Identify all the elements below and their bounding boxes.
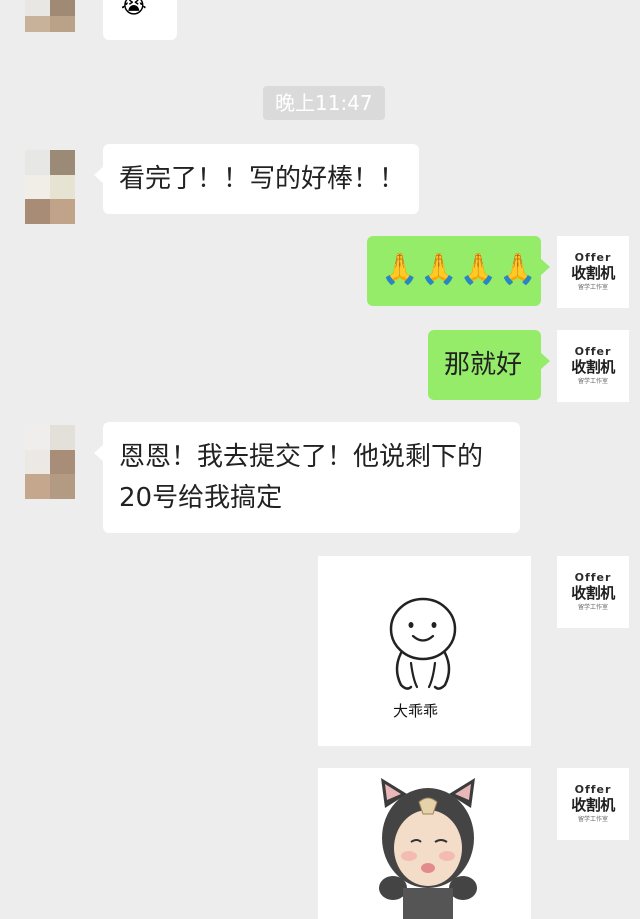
my-avatar[interactable]: Offer 收割机 留学工作室 (557, 768, 629, 840)
message-text: 看完了！！写的好棒！！ (119, 164, 406, 194)
outgoing-sticker[interactable]: 大乖乖 (318, 556, 531, 746)
message-text-line-2: 20号给我搞定 (119, 483, 283, 513)
cat-costume-baby-sticker-icon (379, 778, 477, 919)
smiling-face-sticker-icon (389, 597, 457, 690)
incoming-message-bubble[interactable]: 看完了！！写的好棒！！ (94, 144, 419, 214)
pray-emoji-icon: 🙏🙏🙏🙏 (381, 252, 539, 287)
chat-timestamp: 晚上11:47 (263, 86, 385, 120)
message-text-line-1: 恩恩！我去提交了！他说剩下的 (119, 442, 484, 472)
incoming-message-bubble[interactable]: 恩恩！我去提交了！他说剩下的 20号给我搞定 (94, 422, 520, 533)
previous-emoji-bubble: 😭 (103, 0, 177, 40)
message-text: 那就好 (444, 350, 523, 380)
contact-avatar[interactable] (25, 150, 75, 224)
outgoing-message-bubble[interactable]: 那就好 (428, 330, 550, 400)
contact-avatar[interactable] (25, 425, 75, 499)
outgoing-sticker[interactable] (318, 768, 531, 919)
my-avatar[interactable]: Offer 收割机 留学工作室 (557, 236, 629, 308)
emoji-icon: 😭 (121, 0, 147, 19)
outgoing-message-bubble[interactable]: 🙏🙏🙏🙏 (367, 236, 550, 306)
my-avatar[interactable]: Offer 收割机 留学工作室 (557, 330, 629, 402)
contact-avatar[interactable] (25, 0, 75, 48)
my-avatar[interactable]: Offer 收割机 留学工作室 (557, 556, 629, 628)
sticker-caption: 大乖乖 (393, 702, 439, 720)
